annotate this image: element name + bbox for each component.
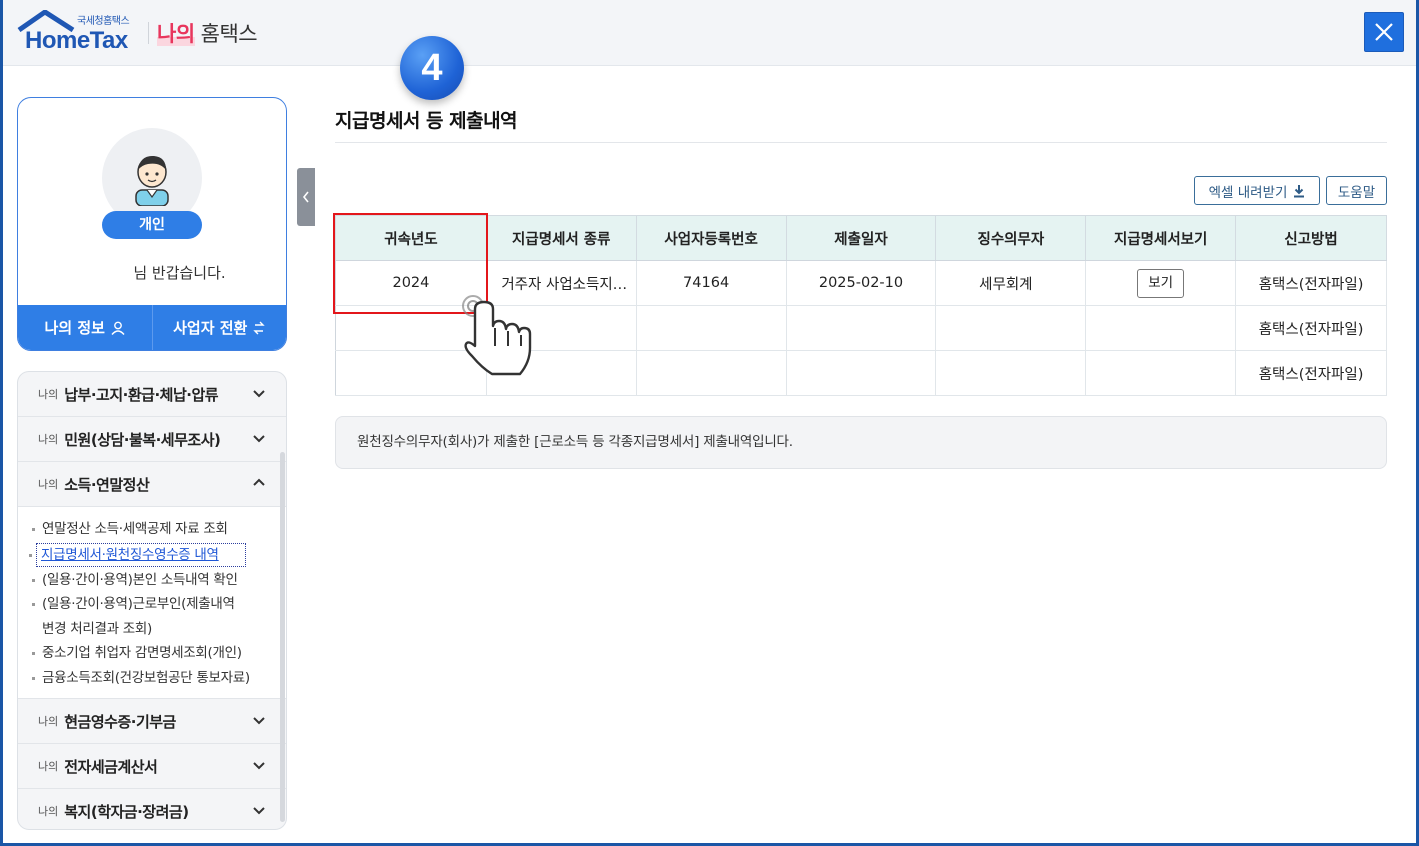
logo-text: HomeTax	[25, 27, 128, 54]
menu-item-welfare[interactable]: 나의 복지(학자금·장려금)	[18, 789, 286, 829]
income-submenu: 연말정산 소득·세액공제 자료 조회 지급명세서·원천징수영수증 내역 (일용·…	[18, 507, 286, 699]
menu-item-label: 현금영수증·기부금	[64, 712, 176, 731]
chevron-down-icon	[253, 807, 265, 815]
cell-payer: 세무회계	[935, 260, 1087, 306]
my-info-button[interactable]: 나의 정보	[18, 305, 152, 350]
chevron-up-icon	[253, 478, 265, 486]
menu-prefix: 나의	[38, 433, 59, 446]
chevron-down-icon	[253, 762, 265, 770]
my-label: 나의	[157, 22, 195, 46]
hand-pointer-icon	[462, 295, 532, 376]
empty-cell	[935, 305, 1087, 351]
submenu-link[interactable]: 금융소득조회(건강보험공단 통보자료)	[32, 666, 286, 691]
chevron-down-icon	[253, 435, 265, 443]
empty-cell	[786, 350, 937, 396]
user-type-badge: 개인	[102, 211, 202, 239]
menu-scrollbar[interactable]	[280, 452, 285, 822]
submenu-link[interactable]: (일용·간이·용역)본인 소득내역 확인	[32, 568, 286, 593]
my-hometax-title: 나의 홈택스	[157, 18, 258, 48]
empty-cell	[1085, 305, 1237, 351]
column-header[interactable]: 신고방법	[1235, 215, 1387, 261]
menu-item-label: 복지(학자금·장려금)	[64, 802, 189, 821]
menu-item-label: 소득·연말정산	[64, 475, 150, 494]
table-header-row: 귀속년도 지급명세서 종류 사업자등록번호 제출일자 징수의무자 지급명세서보기…	[335, 215, 1387, 261]
chevron-down-icon	[253, 390, 265, 398]
sidebar-menu: 나의 납부·고지·환급·체납·압류 나의 민원(상담·불복·세무조사) 나의 소…	[17, 371, 287, 830]
column-header[interactable]: 사업자등록번호	[635, 215, 787, 261]
download-icon	[1294, 184, 1305, 197]
sidebar-collapse-handle[interactable]	[297, 168, 315, 226]
empty-cell	[636, 305, 787, 351]
cell-method: 홈택스(전자파일)	[1235, 260, 1387, 306]
logo-separator	[148, 22, 149, 44]
help-button[interactable]: 도움말	[1326, 176, 1387, 205]
menu-item-e-invoice[interactable]: 나의 전자세금계산서	[18, 744, 286, 789]
swap-arrows-icon	[253, 321, 266, 334]
empty-cell	[1085, 350, 1237, 396]
chevron-left-icon	[302, 191, 309, 203]
submenu-link[interactable]: 연말정산 소득·세액공제 자료 조회	[32, 517, 286, 542]
menu-prefix: 나의	[38, 805, 59, 818]
menu-item-income[interactable]: 나의 소득·연말정산	[18, 462, 286, 507]
my-info-label: 나의 정보	[44, 319, 105, 337]
profile-card: 개인 님 반갑습니다. 나의 정보 사업자 전환	[17, 97, 287, 351]
hometax-label: 홈택스	[200, 22, 258, 46]
submenu-link-active[interactable]: 지급명세서·원천징수영수증 내역	[29, 542, 246, 567]
header: 국세청홈택스 HomeTax 나의 홈택스	[3, 0, 1416, 66]
cell-date: 2025-02-10	[786, 260, 937, 306]
submenu-link[interactable]: 중소기업 취업자 감면명세조회(개인)	[32, 641, 286, 666]
title-divider	[335, 142, 1387, 143]
logo-subtitle: 국세청홈택스	[77, 16, 130, 27]
switch-business-button[interactable]: 사업자 전환	[151, 305, 287, 350]
person-avatar-icon	[135, 155, 169, 206]
menu-item-civil[interactable]: 나의 민원(상담·불복·세무조사)	[18, 417, 286, 462]
column-header[interactable]: 징수의무자	[935, 215, 1087, 261]
menu-prefix: 나의	[38, 760, 59, 773]
menu-item-label: 납부·고지·환급·체납·압류	[64, 385, 219, 404]
close-button[interactable]	[1364, 12, 1404, 52]
menu-item-cash-receipt[interactable]: 나의 현금영수증·기부금	[18, 699, 286, 744]
page-title: 지급명세서 등 제출내역	[335, 110, 518, 132]
excel-download-button[interactable]: 엑셀 내려받기	[1194, 176, 1320, 205]
menu-item-payment[interactable]: 나의 납부·고지·환급·체납·압류	[18, 372, 286, 417]
column-header[interactable]: 지급명세서보기	[1085, 215, 1237, 261]
menu-item-label: 민원(상담·불복·세무조사)	[64, 430, 221, 449]
cell-bizno: 74164	[636, 260, 787, 306]
cell-view: 보기	[1085, 260, 1237, 306]
column-header[interactable]: 지급명세서 종류	[485, 215, 637, 261]
user-icon	[111, 321, 125, 335]
step-badge: 4	[400, 36, 464, 100]
menu-prefix: 나의	[38, 478, 59, 491]
menu-prefix: 나의	[38, 388, 59, 401]
menu-item-label: 전자세금계산서	[64, 757, 158, 776]
profile-actions: 나의 정보 사업자 전환	[18, 305, 286, 350]
column-header[interactable]: 제출일자	[785, 215, 937, 261]
info-notice: 원천징수의무자(회사)가 제출한 [근로소득 등 각종지급명세서] 제출내역입니…	[335, 416, 1387, 469]
chevron-down-icon	[253, 717, 265, 725]
switch-business-label: 사업자 전환	[173, 319, 248, 337]
menu-prefix: 나의	[38, 715, 59, 728]
submenu-link[interactable]: (일용·간이·용역)근로부인(제출내역	[32, 592, 286, 617]
greeting-text: 님 반갑습니다.	[133, 264, 226, 282]
submenu-link-continued[interactable]: 변경 처리결과 조회)	[36, 617, 286, 642]
hometax-logo[interactable]: 국세청홈택스 HomeTax	[17, 10, 147, 56]
cell-method: 홈택스(전자파일)	[1235, 305, 1387, 351]
empty-cell	[786, 305, 937, 351]
close-icon	[1375, 23, 1393, 41]
empty-cell	[935, 350, 1087, 396]
excel-download-label: 엑셀 내려받기	[1208, 184, 1288, 201]
view-button[interactable]: 보기	[1137, 268, 1185, 298]
cell-method: 홈택스(전자파일)	[1235, 350, 1387, 396]
empty-cell	[636, 350, 787, 396]
